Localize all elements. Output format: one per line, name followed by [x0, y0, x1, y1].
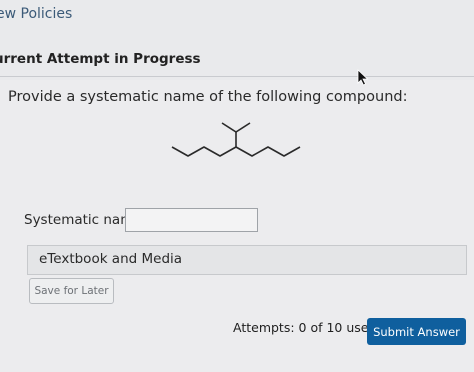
header-divider	[0, 76, 474, 77]
question-prompt: Provide a systematic name of the followi…	[8, 89, 408, 105]
policies-link[interactable]: ew Policies	[0, 6, 72, 22]
attempts-counter: Attempts: 0 of 10 used	[233, 320, 377, 335]
mouse-pointer-icon	[357, 69, 369, 86]
submit-answer-button[interactable]: Submit Answer	[367, 318, 466, 345]
attempt-header: urrent Attempt in Progress	[0, 51, 201, 67]
skeletal-structure-icon	[171, 122, 301, 157]
save-for-later-button[interactable]: Save for Later	[29, 278, 114, 304]
systematic-name-input[interactable]	[125, 208, 258, 232]
etextbook-media-label: eTextbook and Media	[39, 251, 183, 267]
etextbook-media-button[interactable]: eTextbook and Media	[27, 245, 467, 275]
